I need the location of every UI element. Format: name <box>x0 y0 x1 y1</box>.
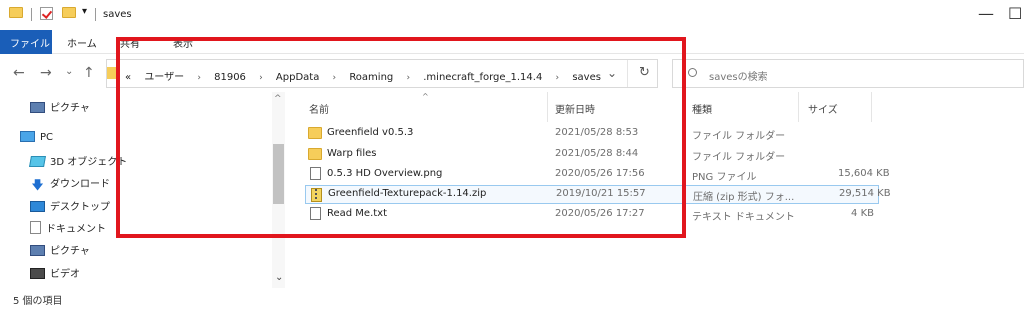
sidebar-item-3d-objects[interactable]: 3D オブジェクト <box>29 153 127 171</box>
sidebar-item-label: ダウンロード <box>50 179 110 190</box>
highlight-box <box>116 37 686 238</box>
properties-icon[interactable] <box>40 7 53 20</box>
window-title: saves <box>103 9 132 20</box>
sidebar-item-label: ビデオ <box>50 269 80 280</box>
download-icon: 🡇 <box>31 178 44 192</box>
sidebar-item-desktop[interactable]: デスクトップ <box>30 198 110 216</box>
search-box[interactable]: savesの検索 <box>672 59 1024 88</box>
divider <box>31 8 32 21</box>
recent-locations-button[interactable]: ⌄ <box>65 66 73 77</box>
pictures-icon <box>30 245 45 256</box>
maximize-button[interactable]: ☐ <box>1008 4 1022 23</box>
tab-home[interactable]: ホーム <box>67 35 97 50</box>
column-divider[interactable] <box>871 92 872 122</box>
back-button[interactable]: ← <box>13 65 25 81</box>
tab-file[interactable]: ファイル <box>0 30 52 54</box>
desktop-icon <box>30 201 45 212</box>
up-button[interactable]: ↑ <box>83 65 95 81</box>
sidebar-item-label: ピクチャ <box>50 103 90 114</box>
column-header-size[interactable]: サイズ <box>808 101 838 116</box>
sidebar-item-label: PC <box>40 132 54 143</box>
sidebar-item-downloads[interactable]: 🡇 ダウンロード <box>30 175 110 193</box>
column-header-type[interactable]: 種類 <box>692 101 712 116</box>
file-type: PNG ファイル <box>692 172 757 183</box>
file-size: 4 KB <box>851 208 874 219</box>
divider <box>95 8 96 21</box>
pc-icon <box>20 131 35 142</box>
minimize-button[interactable]: — <box>978 4 994 23</box>
new-folder-icon[interactable] <box>62 7 76 18</box>
video-icon <box>30 268 45 279</box>
sidebar-item-label: ピクチャ <box>50 246 90 257</box>
sidebar-item-documents[interactable]: ドキュメント <box>30 220 106 238</box>
folder-icon <box>9 7 23 18</box>
sidebar-item-pc[interactable]: PC <box>20 131 53 149</box>
forward-button[interactable]: → <box>40 65 52 81</box>
title-bar: ▾ saves — ☐ <box>0 0 1024 30</box>
search-input[interactable]: savesの検索 <box>709 68 768 83</box>
search-icon <box>688 68 697 77</box>
quick-access-dropdown-icon[interactable]: ▾ <box>82 6 87 17</box>
sidebar-item-label: デスクトップ <box>50 202 110 213</box>
document-icon <box>30 221 41 234</box>
3d-objects-icon <box>29 156 46 167</box>
file-type: テキスト ドキュメント <box>692 212 795 223</box>
file-type: 圧縮 (zip 形式) フォ... <box>693 192 795 203</box>
file-size: 15,604 KB <box>838 168 890 179</box>
file-type: ファイル フォルダー <box>692 131 786 142</box>
pictures-icon <box>30 102 45 113</box>
status-item-count: 5 個の項目 <box>13 296 63 307</box>
sidebar-item-pictures-2[interactable]: ピクチャ <box>30 242 90 260</box>
sidebar-item-label: ドキュメント <box>46 224 106 235</box>
column-divider[interactable] <box>798 92 799 122</box>
scroll-down-icon[interactable]: ⌄ <box>275 272 283 283</box>
sidebar-item-pictures[interactable]: ピクチャ <box>30 99 90 117</box>
file-type: ファイル フォルダー <box>692 152 786 163</box>
sidebar-item-videos[interactable]: ビデオ <box>30 265 80 283</box>
file-size: 29,514 KB <box>839 188 891 199</box>
